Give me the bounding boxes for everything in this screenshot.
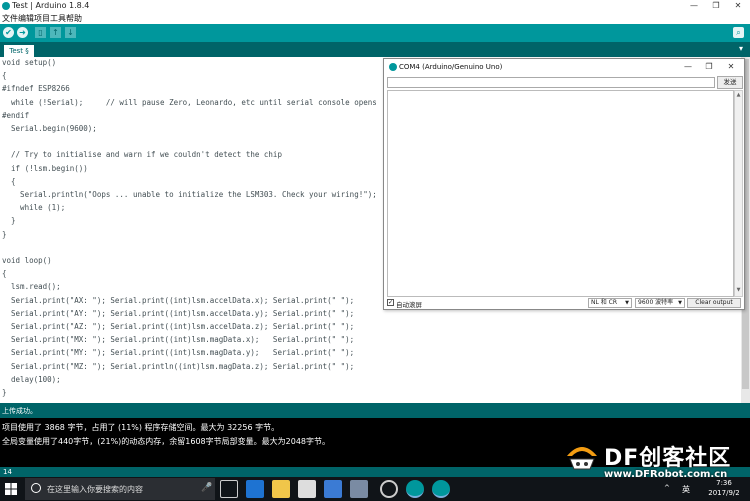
serial-monitor-window: COM4 (Arduino/Genuino Uno) — ❐ ✕ 发送 ▲ ▼ … bbox=[383, 58, 745, 310]
menu-tools[interactable]: 工具 bbox=[50, 13, 66, 24]
serial-send-input[interactable] bbox=[387, 77, 715, 88]
serial-monitor-titlebar: COM4 (Arduino/Genuino Uno) — ❐ ✕ bbox=[384, 59, 744, 75]
code-line: delay(100); bbox=[2, 374, 61, 384]
code-line: Serial.print("MZ: "); Serial.println((in… bbox=[2, 361, 355, 371]
app-icon[interactable] bbox=[350, 480, 368, 498]
menu-file[interactable]: 文件 bbox=[2, 13, 18, 24]
serial-maximize-button[interactable]: ❐ bbox=[698, 61, 720, 73]
microphone-icon[interactable]: 🎤 bbox=[201, 483, 212, 493]
store-icon[interactable] bbox=[298, 480, 316, 498]
minimize-button[interactable]: — bbox=[683, 0, 705, 12]
clock-time[interactable]: 7:36 bbox=[700, 479, 748, 487]
window-titlebar: Test | Arduino 1.8.4 — ❐ ✕ bbox=[0, 0, 750, 12]
window-title: Test | Arduino 1.8.4 bbox=[12, 1, 90, 10]
chevron-down-icon: ▼ bbox=[625, 300, 629, 306]
clock-date[interactable]: 2017/9/2 bbox=[700, 489, 748, 497]
menu-bar: 文件 编辑 项目 工具 帮助 bbox=[0, 12, 750, 24]
serial-minimize-button[interactable]: — bbox=[677, 61, 699, 73]
tab-test[interactable]: Test § bbox=[4, 45, 34, 57]
baud-rate-value: 9600 波特率 bbox=[638, 299, 674, 306]
serial-close-button[interactable]: ✕ bbox=[720, 61, 742, 73]
code-line: } bbox=[2, 216, 16, 226]
code-line: { bbox=[2, 176, 16, 186]
file-explorer-icon[interactable] bbox=[272, 480, 290, 498]
code-line: #ifndef ESP8266 bbox=[2, 84, 70, 94]
arrow-right-icon[interactable]: ➜ bbox=[17, 27, 28, 38]
close-button[interactable]: ✕ bbox=[727, 0, 749, 12]
system-tray: ^ 英 7:36 2017/9/2 bbox=[660, 479, 750, 499]
search-icon bbox=[31, 483, 41, 493]
taskbar: 在这里输入你要搜索的内容 🎤 ^ 英 7:36 2017/9/2 bbox=[0, 477, 750, 501]
console-line: 项目使用了 3868 字节，占用了 (11%) 程序存储空间。最大为 32256… bbox=[2, 423, 280, 432]
maximize-button[interactable]: ❐ bbox=[705, 0, 727, 12]
arrow-up-icon[interactable]: ↑ bbox=[50, 27, 61, 38]
scroll-down-icon[interactable]: ▼ bbox=[735, 287, 742, 295]
status-message: 上传成功。 bbox=[2, 407, 37, 415]
arduino-app-icon bbox=[389, 63, 397, 71]
code-line: Serial.print("MY: "); Serial.print((int)… bbox=[2, 348, 355, 358]
code-line: } bbox=[2, 388, 7, 397]
search-placeholder: 在这里输入你要搜索的内容 bbox=[47, 485, 143, 494]
watermark-brand: DF创客社区 bbox=[604, 446, 732, 471]
code-line: Serial.print("MX: "); Serial.print((int)… bbox=[2, 335, 355, 345]
menu-edit[interactable]: 编辑 bbox=[18, 13, 34, 24]
console-line: 全局变量使用了440字节，(21%)的动态内存，余留1608字节局部变量。最大为… bbox=[2, 437, 331, 446]
code-line: #endif bbox=[2, 110, 30, 120]
code-line: lsm.read(); bbox=[2, 282, 61, 292]
arrow-down-icon[interactable]: ↓ bbox=[65, 27, 76, 38]
edge-browser-icon[interactable] bbox=[246, 480, 264, 498]
code-line: // Try to initialise and warn if we coul… bbox=[2, 150, 282, 160]
autoscroll-checkbox[interactable]: ✓ bbox=[387, 299, 394, 306]
toolbar: ✔ ➜ ▯ ↑ ↓ ⌕ bbox=[0, 24, 750, 42]
code-line: Serial.print("AZ: "); Serial.print((int)… bbox=[2, 322, 355, 331]
baud-rate-select[interactable]: 9600 波特率 ▼ bbox=[635, 298, 685, 308]
scroll-up-icon[interactable]: ▲ bbox=[735, 92, 742, 100]
new-file-icon[interactable]: ▯ bbox=[35, 27, 46, 38]
code-line: void loop() bbox=[2, 256, 52, 265]
code-line: Serial.begin(9600); bbox=[2, 124, 97, 133]
check-icon[interactable]: ✔ bbox=[3, 27, 14, 38]
menu-help[interactable]: 帮助 bbox=[66, 13, 82, 24]
arduino-serial-taskbar-icon[interactable] bbox=[432, 480, 450, 498]
code-line: { bbox=[2, 71, 7, 81]
code-line: } bbox=[2, 229, 7, 239]
chevron-down-icon: ▼ bbox=[678, 300, 682, 306]
windows-start-icon[interactable] bbox=[5, 483, 17, 495]
code-line: Serial.print("AY: "); Serial.print((int)… bbox=[2, 308, 355, 318]
dfrobot-logo-icon bbox=[567, 447, 597, 470]
code-line: while (1); bbox=[2, 203, 66, 213]
code-line: while (!Serial); // will pause Zero, Leo… bbox=[2, 97, 377, 107]
code-line: if (!lsm.begin()) bbox=[2, 163, 88, 173]
code-line: Serial.println("Oops ... unable to initi… bbox=[2, 190, 377, 199]
arduino-taskbar-icon[interactable] bbox=[406, 480, 424, 498]
serial-output-area bbox=[387, 90, 734, 297]
send-button[interactable]: 发送 bbox=[717, 76, 743, 89]
line-ending-select[interactable]: NL 和 CR ▼ bbox=[588, 298, 632, 308]
serial-scrollbar[interactable]: ▲ ▼ bbox=[734, 90, 743, 297]
line-number: 14 bbox=[3, 468, 12, 476]
code-line: { bbox=[2, 269, 7, 279]
serial-footer: ✓ 自动滚屏 NL 和 CR ▼ 9600 波特率 ▼ Clear output bbox=[384, 297, 744, 309]
settings-gear-icon[interactable] bbox=[380, 480, 398, 498]
magnifier-icon[interactable]: ⌕ bbox=[733, 27, 744, 38]
tab-menu-icon[interactable]: ▾ bbox=[736, 44, 746, 54]
status-bar: 上传成功。 bbox=[0, 403, 750, 418]
clear-output-button[interactable]: Clear output bbox=[687, 298, 741, 308]
line-ending-value: NL 和 CR bbox=[591, 299, 618, 306]
taskbar-search-box[interactable]: 在这里输入你要搜索的内容 🎤 bbox=[25, 478, 215, 500]
mail-icon[interactable] bbox=[324, 480, 342, 498]
arduino-app-icon bbox=[2, 2, 10, 10]
autoscroll-label: 自动滚屏 bbox=[396, 301, 422, 309]
code-line: void setup() bbox=[2, 58, 57, 67]
tray-expand-icon[interactable]: ^ bbox=[664, 484, 670, 492]
tab-bar: Test § ▾ bbox=[0, 42, 750, 57]
menu-sketch[interactable]: 项目 bbox=[34, 13, 50, 24]
task-view-icon[interactable] bbox=[220, 480, 238, 498]
serial-monitor-title: COM4 (Arduino/Genuino Uno) bbox=[399, 63, 503, 71]
code-line: Serial.print("AX: "); Serial.print((int)… bbox=[2, 295, 355, 305]
ime-indicator[interactable]: 英 bbox=[682, 484, 690, 495]
